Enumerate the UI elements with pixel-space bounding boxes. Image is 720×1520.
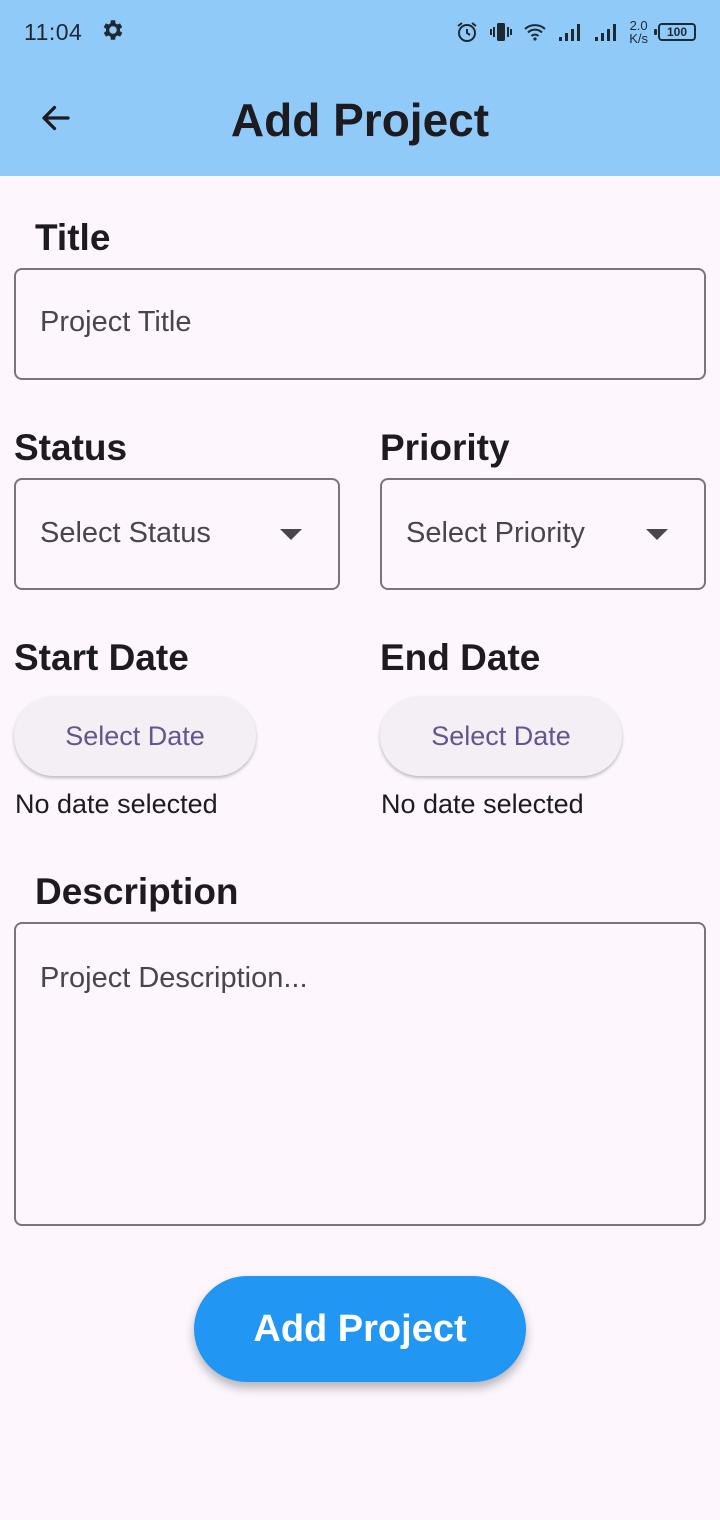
title-input[interactable]: Project Title — [14, 268, 706, 380]
page-title: Add Project — [230, 94, 490, 146]
start-date-label: Start Date — [14, 637, 189, 678]
priority-label: Priority — [380, 427, 510, 468]
status-dropdown[interactable]: Select Status — [14, 478, 340, 590]
status-bar: 11:04 2.0 K/s 100 — [0, 0, 720, 64]
network-speed-unit: K/s — [629, 31, 648, 46]
description-label: Description — [35, 871, 239, 912]
description-input[interactable]: Project Description... — [14, 922, 706, 1226]
dropdown-arrow-icon — [280, 529, 302, 540]
priority-dropdown[interactable]: Select Priority — [380, 478, 706, 590]
description-placeholder: Project Description... — [40, 962, 308, 994]
priority-placeholder: Select Priority — [406, 517, 585, 549]
battery-level: 100 — [666, 25, 688, 39]
status-label: Status — [14, 427, 128, 468]
battery-icon: 100 — [654, 23, 696, 41]
start-date-button[interactable]: Select Date — [14, 696, 256, 776]
end-date-label: End Date — [380, 637, 541, 678]
title-placeholder: Project Title — [40, 306, 192, 338]
app-bar: Add Project — [0, 64, 720, 176]
status-time: 11:04 — [24, 18, 83, 45]
vibrate-icon — [489, 20, 513, 44]
end-date-button[interactable]: Select Date — [380, 696, 622, 776]
settings-icon — [100, 17, 126, 48]
alarm-icon — [455, 20, 479, 44]
add-project-button[interactable]: Add Project — [194, 1276, 526, 1382]
end-date-note: No date selected — [381, 789, 584, 819]
signal-icon — [557, 20, 583, 44]
wifi-icon — [523, 20, 547, 44]
status-placeholder: Select Status — [40, 517, 211, 549]
title-label: Title — [35, 217, 111, 258]
signal-icon — [593, 20, 619, 44]
network-speed: 2.0 K/s — [629, 19, 648, 45]
start-date-note: No date selected — [15, 789, 218, 819]
dropdown-arrow-icon — [646, 529, 668, 540]
